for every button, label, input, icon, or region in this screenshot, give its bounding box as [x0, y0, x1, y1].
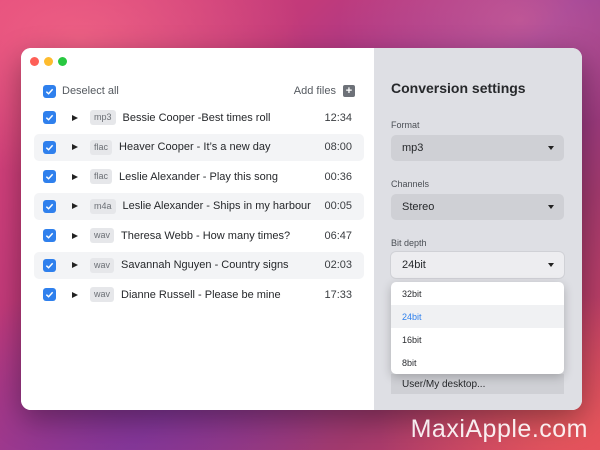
file-duration: 08:00 — [324, 141, 352, 153]
format-badge: wav — [90, 287, 115, 302]
play-icon[interactable] — [72, 232, 78, 239]
checkmark-icon — [45, 262, 54, 269]
file-title: Leslie Alexander - Play this song — [119, 170, 278, 183]
bitdepth-option[interactable]: 24bit — [391, 305, 564, 328]
file-checkbox[interactable] — [43, 140, 56, 154]
file-duration: 12:34 — [324, 111, 352, 124]
format-badge: flac — [90, 139, 113, 155]
checkmark-icon — [45, 203, 54, 210]
bitdepth-value: 24bit — [402, 259, 426, 271]
add-files-button[interactable]: + — [343, 85, 355, 97]
window-controls — [30, 57, 67, 66]
file-title: Dianne Russell - Please be mine — [121, 288, 281, 301]
bitdepth-dropdown-menu: 32bit 24bit 16bit 8bit — [391, 282, 564, 374]
file-title: Heaver Cooper - It’s a new day — [119, 141, 271, 153]
list-toolbar: Deselect all Add files + — [43, 82, 355, 100]
zoom-button[interactable] — [58, 57, 67, 66]
bitdepth-select[interactable]: 24bit — [391, 252, 564, 278]
file-duration: 06:47 — [324, 229, 352, 242]
checkmark-icon — [45, 88, 54, 95]
destination-field[interactable]: User/My desktop... — [391, 374, 564, 394]
deselect-all-checkbox[interactable] — [43, 84, 56, 98]
add-files-label[interactable]: Add files — [294, 85, 336, 97]
file-row[interactable]: m4a Leslie Alexander - Ships in my harbou… — [34, 192, 364, 220]
bitdepth-option[interactable]: 16bit — [391, 328, 564, 351]
file-list-pane: Deselect all Add files + mp3 Bessie Coope… — [21, 48, 374, 410]
file-row[interactable]: wav Theresa Webb - How many times? 06:47 — [34, 222, 364, 249]
file-duration: 17:33 — [324, 288, 352, 301]
channels-select[interactable]: Stereo — [391, 194, 564, 220]
file-duration: 00:05 — [324, 200, 352, 212]
file-title: Theresa Webb - How many times? — [121, 229, 291, 242]
file-checkbox[interactable] — [43, 111, 56, 124]
checkmark-icon — [45, 291, 54, 298]
file-title: Bessie Cooper -Best times roll — [122, 111, 271, 124]
watermark-text: MaxiApple.com — [410, 415, 588, 443]
settings-pane: Conversion settings Format mp3 Channels … — [374, 48, 582, 410]
play-icon[interactable] — [72, 114, 78, 121]
settings-title: Conversion settings — [391, 80, 526, 96]
bitdepth-label: Bit depth — [391, 238, 427, 248]
file-list: mp3 Bessie Cooper -Best times roll 12:34 fl… — [34, 104, 364, 311]
minimize-button[interactable] — [44, 57, 53, 66]
checkmark-icon — [45, 144, 54, 151]
format-badge: wav — [90, 228, 115, 243]
close-button[interactable] — [30, 57, 39, 66]
chevron-down-icon — [548, 205, 554, 209]
file-title: Leslie Alexander - Ships in my harbour — [122, 200, 311, 212]
channels-label: Channels — [391, 179, 430, 189]
file-duration: 00:36 — [324, 170, 352, 183]
format-badge: mp3 — [90, 110, 116, 125]
checkmark-icon — [45, 232, 54, 239]
file-checkbox[interactable] — [43, 229, 56, 242]
play-icon[interactable] — [72, 262, 78, 268]
play-icon[interactable] — [72, 173, 78, 180]
chevron-down-icon — [548, 263, 554, 267]
file-row[interactable]: wav Savannah Nguyen - Country signs 02:03 — [34, 251, 364, 279]
file-row[interactable]: flac Heaver Cooper - It’s a new day 08:00 — [34, 133, 364, 161]
play-icon[interactable] — [72, 144, 78, 150]
bitdepth-option[interactable]: 8bit — [391, 351, 564, 374]
format-badge: wav — [90, 257, 115, 273]
bitdepth-option[interactable]: 32bit — [391, 282, 564, 305]
file-checkbox[interactable] — [43, 170, 56, 183]
format-badge: m4a — [90, 198, 116, 214]
checkmark-icon — [45, 114, 54, 121]
file-row[interactable]: wav Dianne Russell - Please be mine 17:33 — [34, 281, 364, 308]
file-duration: 02:03 — [324, 259, 352, 271]
file-checkbox[interactable] — [43, 258, 56, 272]
channels-value: Stereo — [402, 201, 435, 213]
format-badge: flac — [90, 169, 113, 184]
file-checkbox[interactable] — [43, 288, 56, 301]
chevron-down-icon — [548, 146, 554, 150]
app-window: Deselect all Add files + mp3 Bessie Coope… — [21, 48, 582, 410]
file-title: Savannah Nguyen - Country signs — [121, 259, 289, 271]
file-checkbox[interactable] — [43, 199, 56, 213]
format-label: Format — [391, 120, 420, 130]
file-row[interactable]: flac Leslie Alexander - Play this song 00:… — [34, 163, 364, 190]
play-icon[interactable] — [72, 291, 78, 298]
format-select[interactable]: mp3 — [391, 135, 564, 161]
deselect-all-label[interactable]: Deselect all — [62, 85, 119, 97]
file-row[interactable]: mp3 Bessie Cooper -Best times roll 12:34 — [34, 104, 364, 131]
format-value: mp3 — [402, 142, 424, 154]
play-icon[interactable] — [72, 203, 78, 209]
checkmark-icon — [45, 173, 54, 180]
